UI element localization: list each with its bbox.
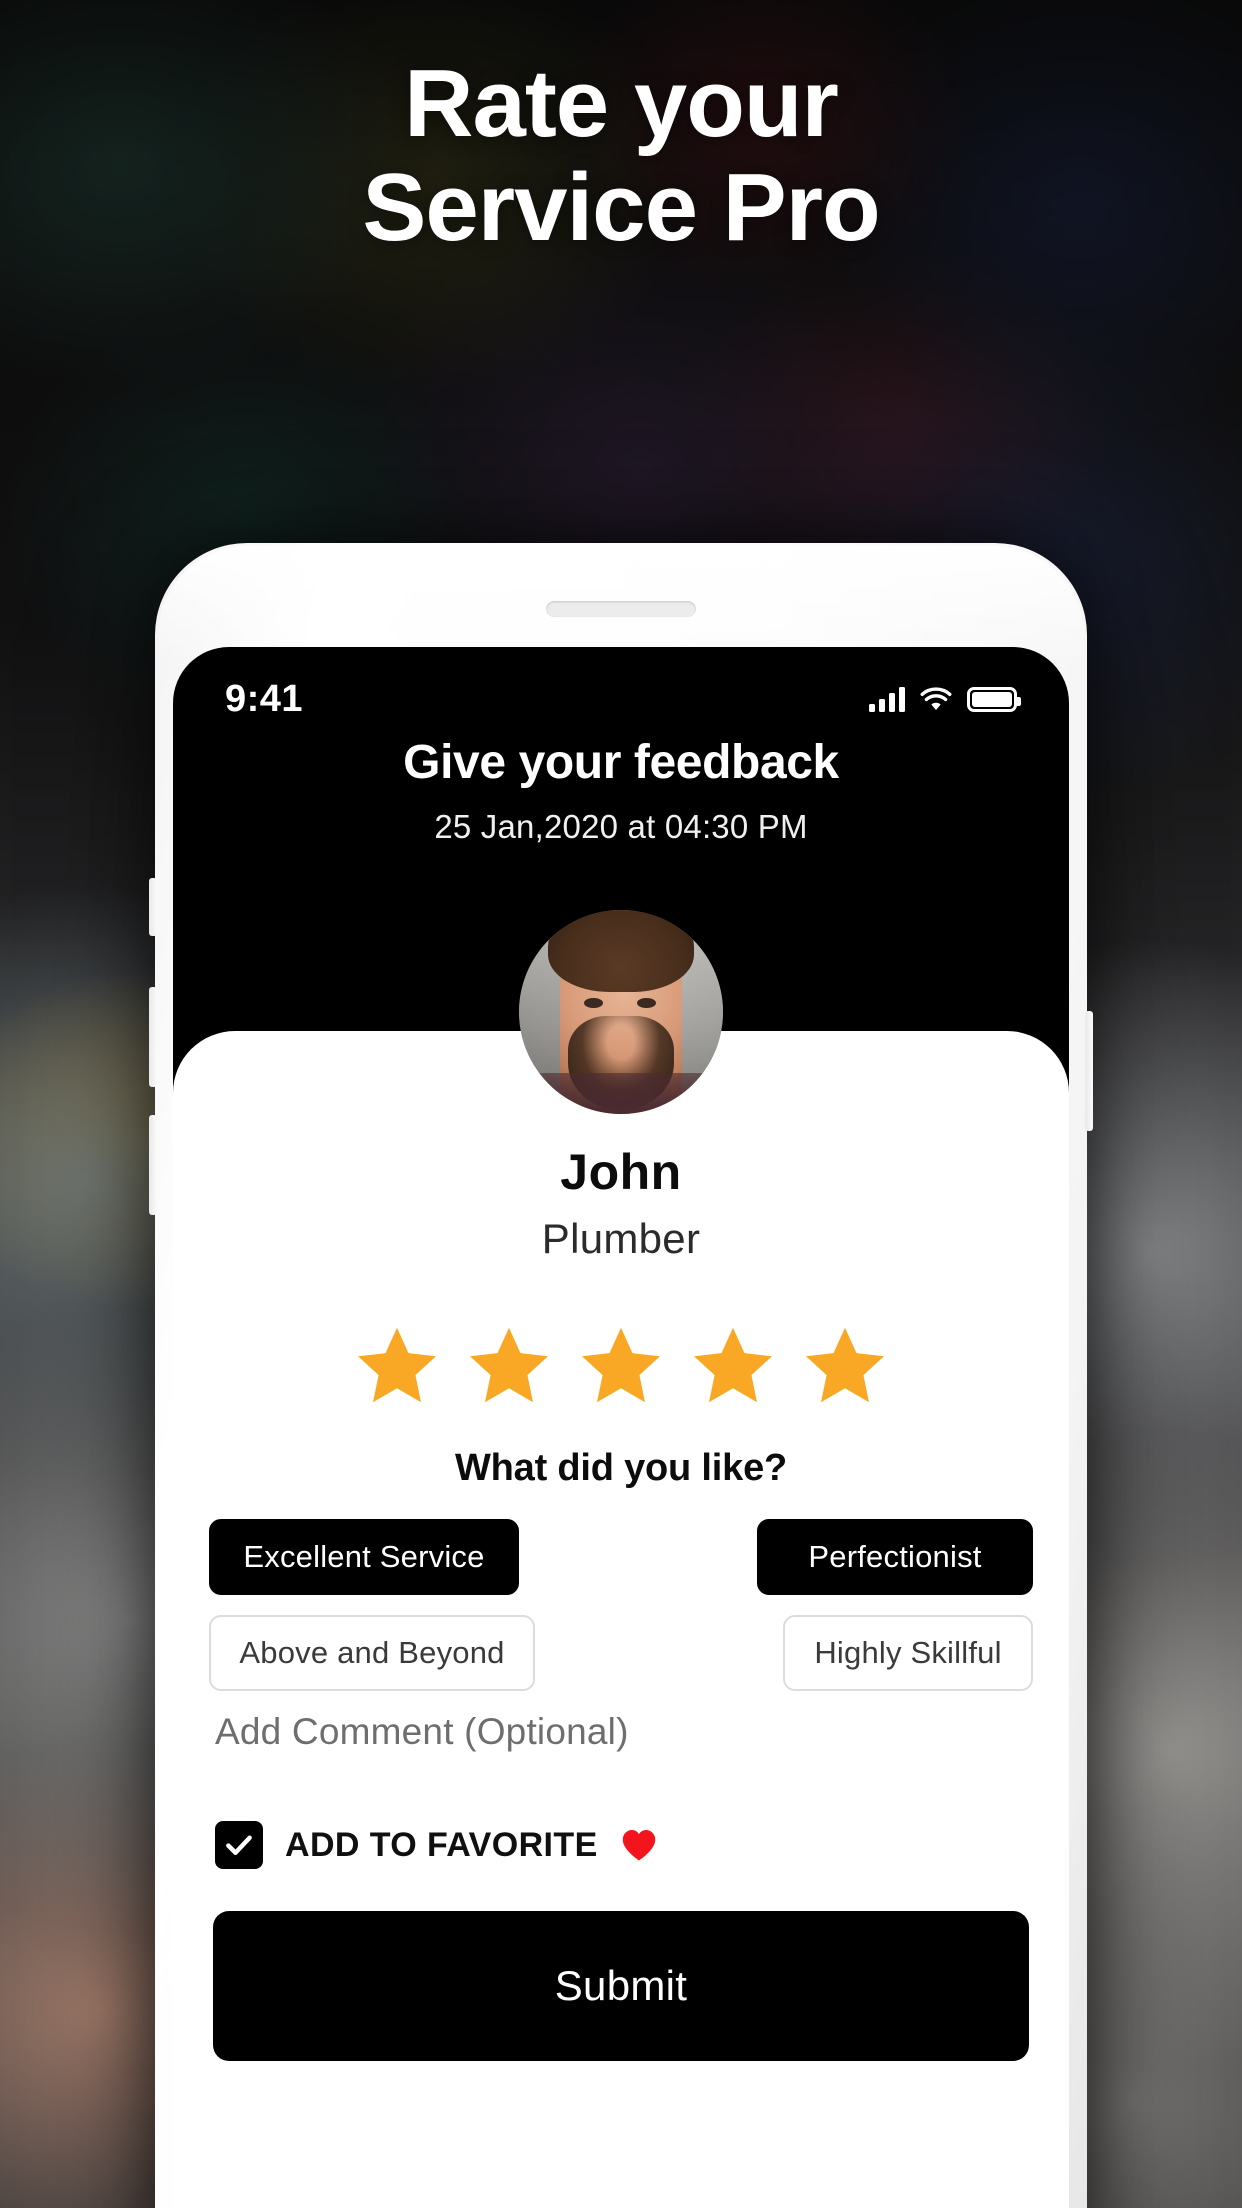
submit-button[interactable]: Submit	[213, 1911, 1029, 2061]
mute-switch[interactable]	[149, 878, 157, 936]
tag-highly-skillful[interactable]: Highly Skillful	[783, 1615, 1033, 1691]
add-to-favorite-label: ADD TO FAVORITE	[285, 1825, 598, 1864]
volume-down-button[interactable]	[149, 1115, 157, 1215]
heart-icon	[620, 1828, 658, 1862]
tag-above-and-beyond[interactable]: Above and Beyond	[209, 1615, 535, 1691]
star-filled-icon[interactable]	[803, 1325, 887, 1405]
headline-line-2: Service Pro	[362, 153, 880, 261]
avatar	[519, 910, 723, 1114]
earpiece-speaker	[546, 601, 696, 617]
pro-role: Plumber	[541, 1215, 701, 1262]
star-filled-icon[interactable]	[467, 1325, 551, 1405]
headline-line-1: Rate your	[404, 50, 839, 157]
checkbox-checked-icon[interactable]	[215, 1821, 263, 1869]
promo-headline: Rate your Service Pro	[0, 52, 1242, 259]
page-title: Give your feedback	[403, 736, 839, 789]
add-to-favorite-row[interactable]: ADD TO FAVORITE	[215, 1821, 658, 1869]
comment-input[interactable]: Add Comment (Optional)	[215, 1711, 629, 1753]
status-bar: 9:41	[173, 647, 1069, 735]
star-filled-icon[interactable]	[579, 1325, 663, 1405]
wifi-icon	[919, 686, 953, 712]
phone-screen: 9:41 Give your feedback 25 Jan,2020 at 0…	[173, 647, 1069, 2208]
cellular-signal-icon	[869, 686, 905, 712]
screen-header: Give your feedback 25 Jan,2020 at 04:30 …	[173, 735, 1069, 846]
power-button[interactable]	[1085, 1011, 1093, 1131]
pro-name: John	[560, 1144, 682, 1200]
status-bar-icons	[869, 686, 1021, 712]
tag-excellent-service[interactable]: Excellent Service	[209, 1519, 519, 1595]
feedback-question: What did you like?	[454, 1447, 788, 1489]
star-rating[interactable]	[173, 1325, 1069, 1405]
volume-up-button[interactable]	[149, 987, 157, 1087]
tag-row-2: Above and Beyond Highly Skillful	[209, 1615, 1033, 1691]
appointment-datetime: 25 Jan,2020 at 04:30 PM	[434, 808, 808, 845]
status-bar-time: 9:41	[225, 677, 304, 720]
battery-full-icon	[967, 686, 1021, 712]
tag-perfectionist[interactable]: Perfectionist	[757, 1519, 1033, 1595]
star-filled-icon[interactable]	[691, 1325, 775, 1405]
tag-row-1: Excellent Service Perfectionist	[209, 1519, 1033, 1595]
feedback-tag-group: Excellent Service Perfectionist Above an…	[209, 1519, 1033, 1711]
star-filled-icon[interactable]	[355, 1325, 439, 1405]
phone-mockup: 9:41 Give your feedback 25 Jan,2020 at 0…	[149, 543, 1093, 2208]
